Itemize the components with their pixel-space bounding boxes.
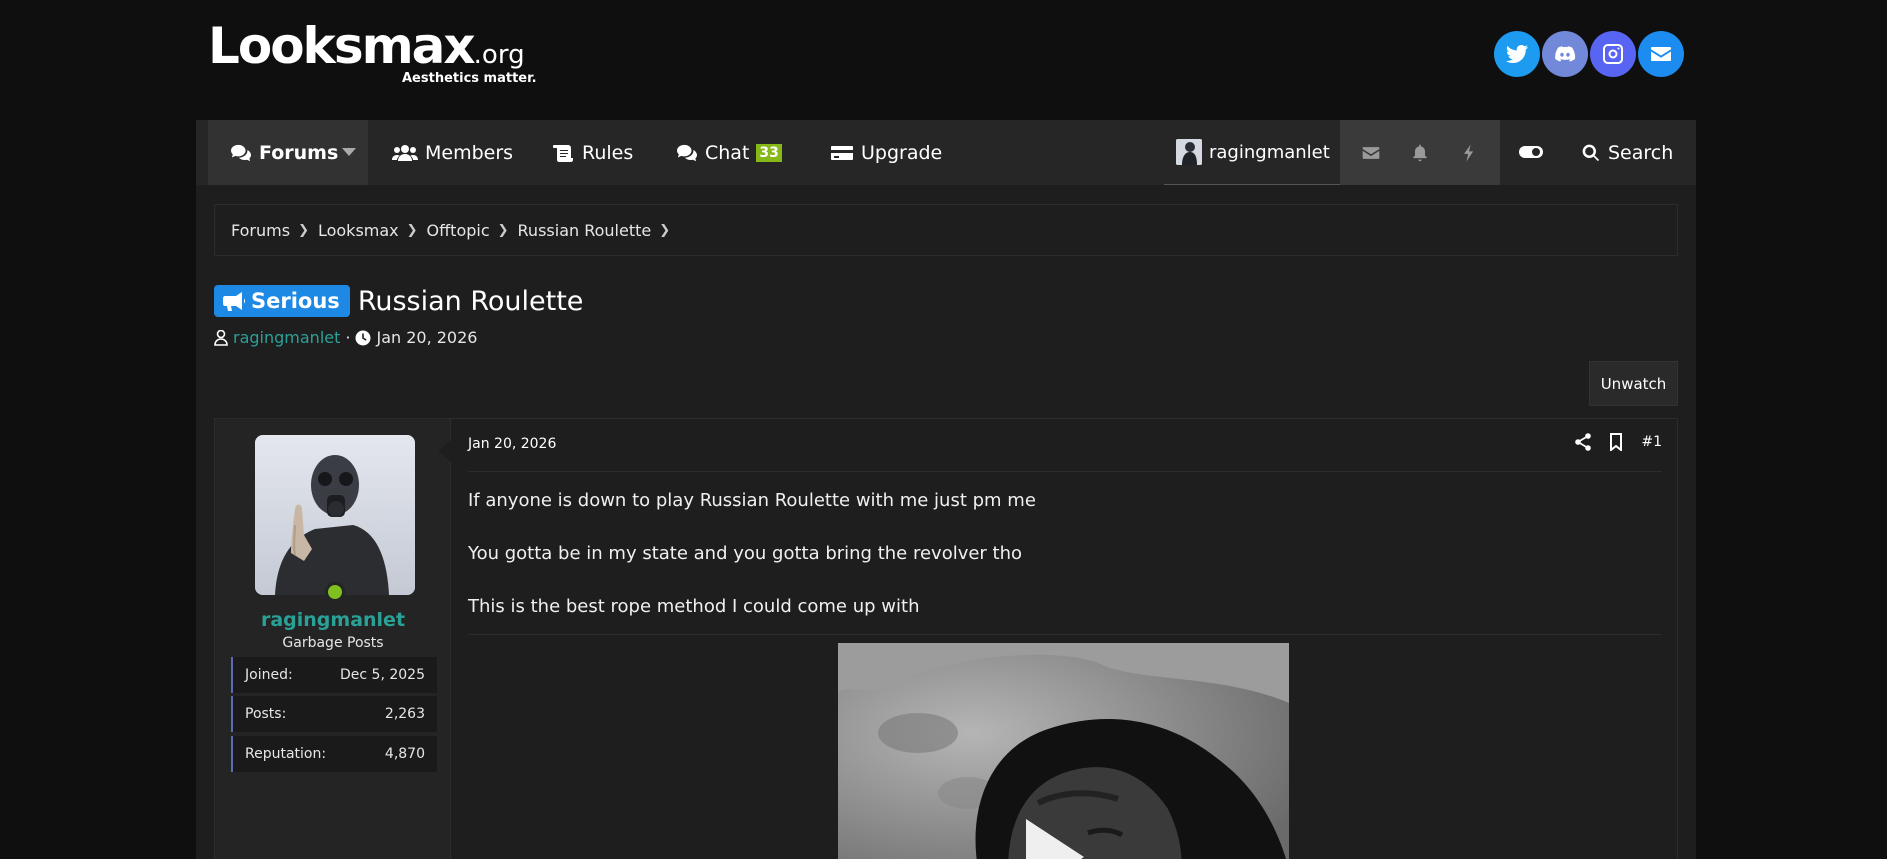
post-user-panel: ragingmanlet Garbage Posts Joined: Dec 5… — [215, 419, 451, 859]
discord-icon[interactable] — [1542, 31, 1588, 77]
play-icon[interactable] — [1026, 819, 1084, 859]
user-stat-posts: Posts: 2,263 — [231, 696, 437, 732]
nav-rules[interactable]: Rules — [551, 120, 633, 185]
meta-separator: · — [345, 328, 351, 347]
logo-tld: .org — [473, 40, 525, 70]
nav-chat-label: Chat — [705, 141, 750, 164]
nav-search-label: Search — [1608, 141, 1674, 164]
site-logo[interactable]: Looksmax.org Aesthetics matter. — [208, 17, 537, 86]
nav-upgrade[interactable]: Upgrade — [830, 120, 942, 185]
post-date[interactable]: Jan 20, 2026 — [468, 436, 556, 452]
users-icon — [392, 144, 418, 161]
nav-rules-label: Rules — [582, 141, 634, 164]
nav-icon-group — [1340, 120, 1500, 185]
post-arrow — [438, 439, 452, 463]
post-body: If anyone is down to play Russian Roulet… — [468, 487, 1036, 646]
thread-meta: ragingmanlet · Jan 20, 2026 — [214, 328, 477, 347]
nav-forums[interactable]: Forums — [208, 120, 368, 185]
nav-members-label: Members — [425, 141, 514, 164]
avatar — [1176, 139, 1202, 165]
megaphone-icon — [223, 292, 245, 311]
unwatch-button[interactable]: Unwatch — [1589, 361, 1678, 406]
stat-value: Dec 5, 2025 — [340, 667, 425, 683]
thread-title-row: Serious Russian Roulette — [214, 285, 583, 317]
post-main: Jan 20, 2026 #1 If anyone is down to pla… — [438, 419, 1678, 859]
site-header: Looksmax.org Aesthetics matter. — [196, 0, 1696, 120]
chevron-down-icon[interactable] — [342, 148, 356, 156]
bolt-icon[interactable] — [1459, 143, 1479, 163]
bell-icon[interactable] — [1410, 143, 1430, 163]
post-divider — [468, 634, 1662, 635]
post-number-link[interactable]: #1 — [1641, 434, 1662, 450]
nav-search[interactable]: Search — [1581, 120, 1673, 185]
breadcrumb-item[interactable]: Forums — [231, 221, 290, 240]
nav-upgrade-label: Upgrade — [861, 141, 943, 164]
nav-forums-label: Forums — [259, 141, 339, 164]
chevron-right-icon: ❯ — [497, 222, 509, 238]
chevron-right-icon: ❯ — [659, 222, 671, 238]
nav-members[interactable]: Members — [392, 120, 513, 185]
post-divider — [468, 471, 1662, 472]
breadcrumb-item[interactable]: Looksmax — [318, 221, 399, 240]
page-content: Forums ❯ Looksmax ❯ Offtopic ❯ Russian Roul… — [196, 185, 1696, 859]
stat-value: 2,263 — [384, 706, 425, 722]
chevron-right-icon: ❯ — [406, 222, 418, 238]
toggle-icon — [1519, 146, 1543, 158]
main-navbar: Forums Members Rules Chat 33 Upgrade rag… — [196, 120, 1696, 185]
embedded-video[interactable] — [838, 643, 1289, 859]
nav-chat[interactable]: Chat 33 — [676, 120, 782, 185]
stat-label: Reputation: — [245, 746, 327, 762]
nav-account[interactable]: ragingmanlet — [1164, 120, 1340, 185]
share-icon[interactable] — [1575, 433, 1592, 451]
breadcrumb: Forums ❯ Looksmax ❯ Offtopic ❯ Russian Roul… — [214, 204, 1678, 256]
post-actions: #1 — [1575, 433, 1662, 451]
email-icon[interactable] — [1638, 31, 1684, 77]
user-icon — [214, 329, 228, 346]
envelope-icon[interactable] — [1361, 143, 1381, 163]
scroll-icon — [553, 144, 573, 162]
logo-text: Looksmax — [208, 17, 476, 75]
thread-prefix-badge[interactable]: Serious — [214, 285, 350, 317]
breadcrumb-item[interactable]: Offtopic — [427, 221, 490, 240]
user-stat-reputation: Reputation: 4,870 — [231, 736, 437, 772]
nav-username: ragingmanlet — [1209, 141, 1330, 163]
stat-value: 4,870 — [384, 746, 425, 762]
stat-label: Joined: — [245, 667, 293, 683]
comments-icon — [231, 144, 251, 161]
thread-author-link[interactable]: ragingmanlet — [233, 328, 340, 347]
post-user-title: Garbage Posts — [282, 635, 384, 651]
page-title: Russian Roulette — [357, 285, 584, 317]
post-paragraph: If anyone is down to play Russian Roulet… — [468, 490, 1036, 511]
logo-tagline: Aesthetics matter. — [402, 71, 537, 86]
theme-toggle[interactable] — [1518, 142, 1544, 166]
stat-label: Posts: — [245, 706, 287, 722]
chevron-right-icon: ❯ — [298, 222, 309, 238]
thread-prefix-label: Serious — [251, 289, 340, 313]
user-stat-joined: Joined: Dec 5, 2025 — [231, 657, 437, 693]
chat-icon — [677, 144, 697, 161]
social-links — [1494, 31, 1684, 77]
instagram-icon[interactable] — [1590, 31, 1636, 77]
online-status-indicator — [325, 582, 345, 602]
credit-card-icon — [831, 145, 853, 160]
post-paragraph: You gotta be in my state and you gotta b… — [468, 543, 1023, 564]
search-icon — [1582, 144, 1600, 161]
clock-icon — [355, 330, 371, 345]
twitter-icon[interactable] — [1494, 31, 1540, 77]
thread-date[interactable]: Jan 20, 2026 — [376, 328, 477, 347]
post-username-link[interactable]: ragingmanlet — [215, 609, 451, 631]
post-paragraph: This is the best rope method I could com… — [468, 596, 920, 617]
chat-count-badge: 33 — [756, 143, 782, 162]
post: ragingmanlet Garbage Posts Joined: Dec 5… — [214, 418, 1678, 859]
breadcrumb-item[interactable]: Russian Roulette — [518, 221, 652, 240]
avatar[interactable] — [255, 435, 415, 595]
bookmark-icon[interactable] — [1609, 433, 1623, 451]
